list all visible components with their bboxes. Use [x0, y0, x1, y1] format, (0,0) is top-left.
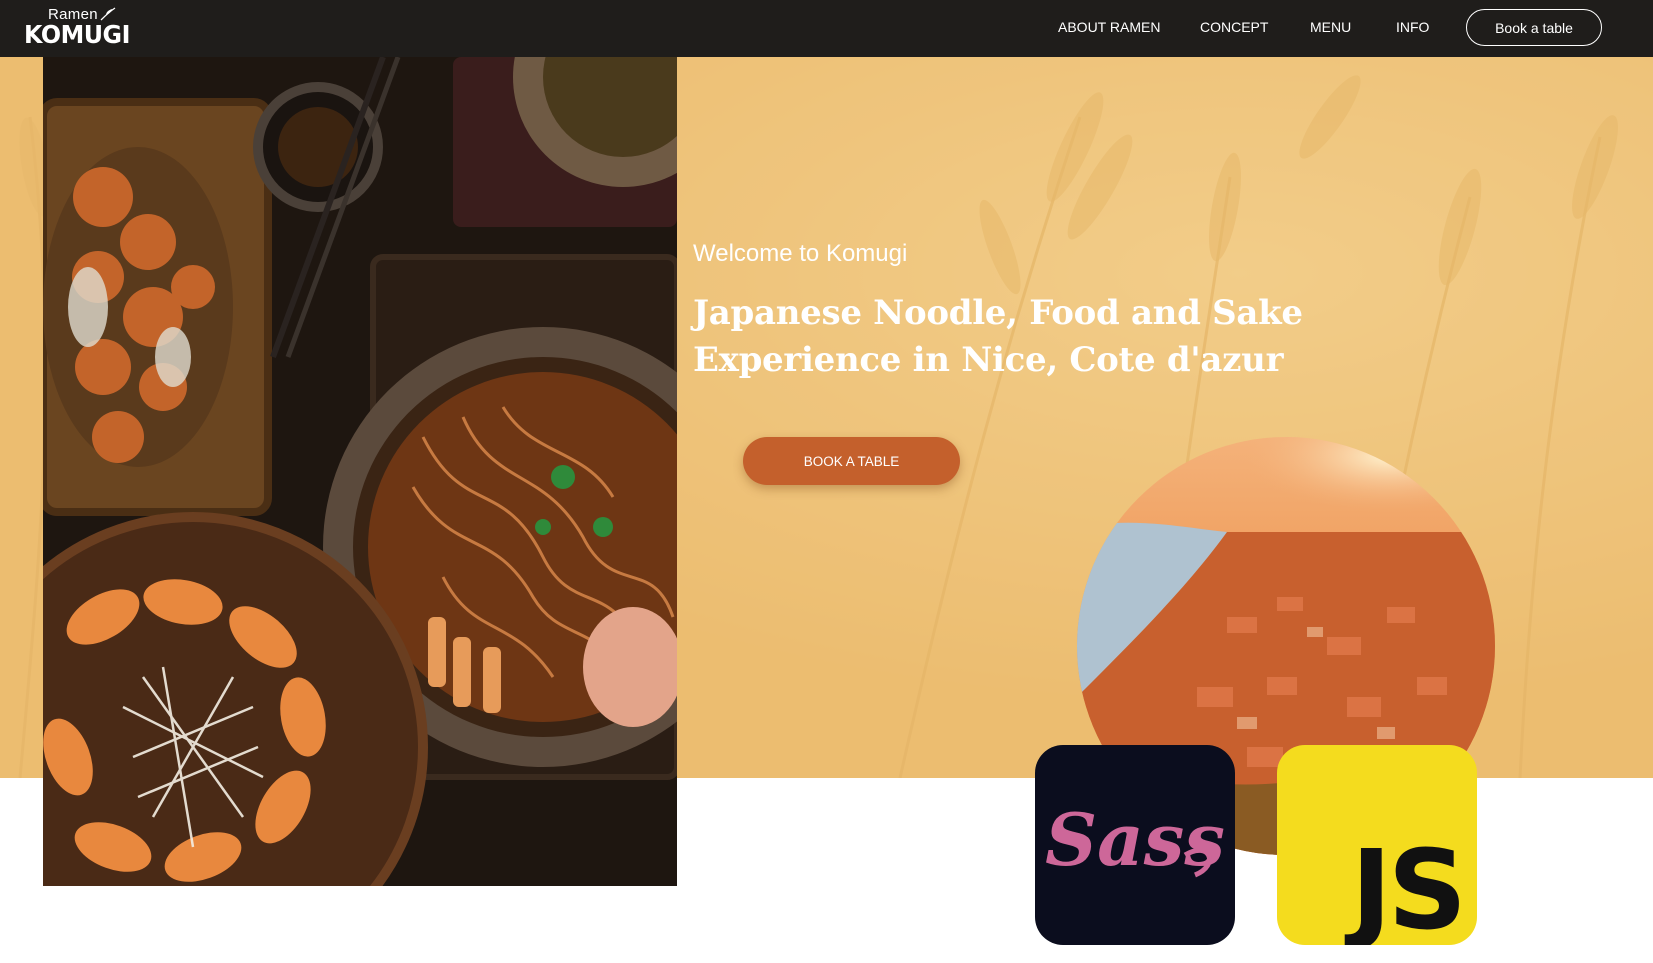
top-navigation: Ramen KOMUGI ABOUT RAMEN CONCEPT MENU IN…	[0, 0, 1653, 57]
nav-book-table-button[interactable]: Book a table	[1466, 9, 1602, 46]
sass-logo-text: Sass	[1045, 797, 1225, 882]
wheat-leaf-icon	[100, 7, 116, 21]
hero-book-table-button[interactable]: BOOK A TABLE	[743, 437, 960, 485]
food-illustration	[43, 57, 677, 886]
nav-info[interactable]: INFO	[1396, 19, 1429, 35]
js-logo-text: JS	[1350, 826, 1467, 945]
sass-logo-badge: Sass	[1035, 745, 1235, 945]
ramen-food-photo	[43, 57, 677, 886]
nav-concept[interactable]: CONCEPT	[1200, 19, 1268, 35]
javascript-logo-badge: JS	[1277, 745, 1477, 945]
nav-menu[interactable]: MENU	[1310, 19, 1351, 35]
welcome-text: Welcome to Komugi	[693, 240, 908, 267]
hero-headline: Japanese Noodle, Food and Sake Experienc…	[693, 293, 1303, 380]
nav-about-ramen[interactable]: ABOUT RAMEN	[1058, 19, 1160, 35]
logo-komugi-text: KOMUGI	[24, 20, 130, 49]
sass-logo-icon: Sass	[1045, 797, 1225, 882]
komugi-logo[interactable]: Ramen KOMUGI	[24, 4, 130, 52]
